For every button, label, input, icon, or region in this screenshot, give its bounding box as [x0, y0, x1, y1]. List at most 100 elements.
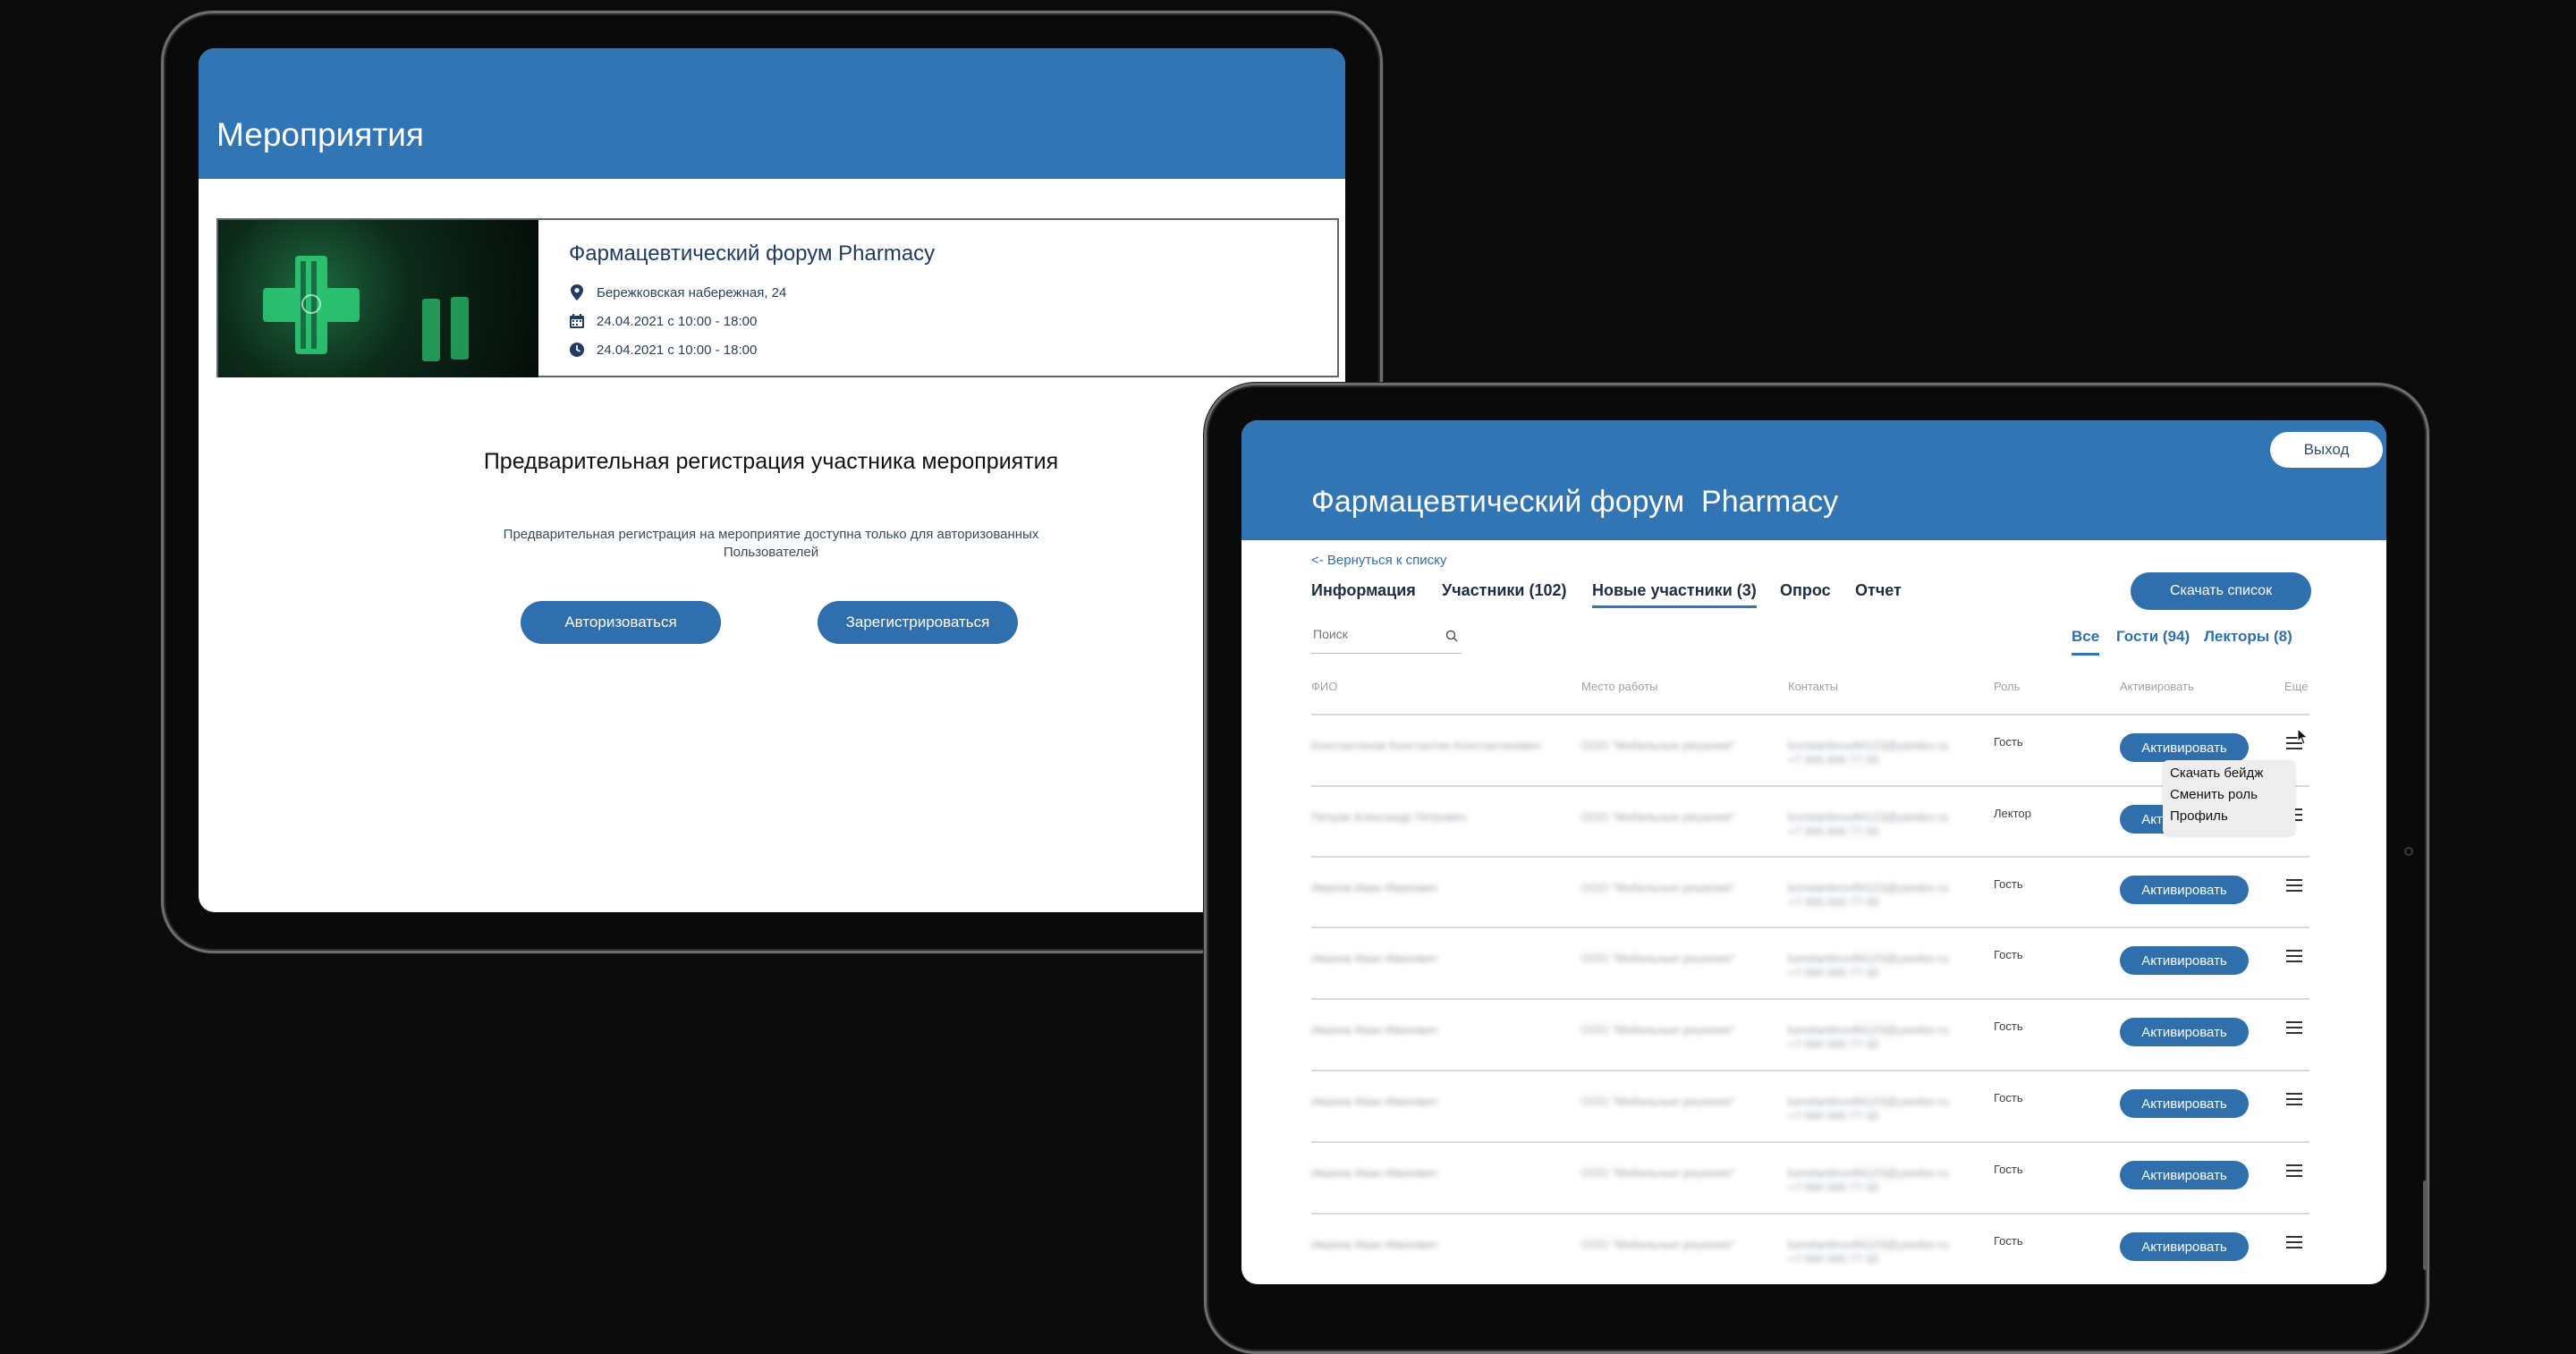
table-row: Иванов Иван Иванович ООО "Мобильные решен… — [1311, 927, 2309, 1000]
row-phone: +7 000 000 77 00 — [1788, 895, 1879, 909]
table-header: ФИО Место работы Контакты Роль Активиров… — [1311, 680, 2309, 707]
row-work: ООО "Мобильные решения" — [1581, 881, 1735, 894]
event-date: 24.04.2021 с 10:00 - 18:00 — [597, 313, 758, 329]
more-menu-icon[interactable] — [2286, 1236, 2302, 1248]
event-time: 24.04.2021 с 10:00 - 18:00 — [597, 342, 758, 358]
clock-icon — [570, 343, 584, 357]
tab-info[interactable]: Информация — [1311, 581, 1416, 600]
table-row: Иванов Иван Иванович ООО "Мобильные решен… — [1311, 998, 2309, 1071]
login-button[interactable]: Авторизоваться — [521, 601, 721, 644]
tab-bar: Информация Участники (102) Новые участни… — [1311, 581, 1937, 617]
menu-download-badge[interactable]: Скачать бейдж — [2170, 766, 2263, 781]
row-work: ООО "Мобильные решения" — [1581, 952, 1735, 965]
row-work: ООО "Мобильные решения" — [1581, 810, 1735, 824]
location-pin-icon — [571, 284, 583, 300]
registration-notice: Предварительная регистрация на мероприят… — [199, 526, 1343, 562]
table-row: Константинов Константин Константинович ОО… — [1311, 714, 2309, 787]
search-box[interactable] — [1311, 624, 1462, 654]
row-role: Гость — [1994, 877, 2023, 891]
row-email: konstantinov84123@yandex.ru — [1788, 881, 1949, 894]
activate-button[interactable]: Активировать — [2120, 1232, 2249, 1261]
more-menu-icon[interactable] — [2286, 1164, 2302, 1177]
event-card[interactable]: Фармацевтический форум Pharmacy Бережков… — [216, 218, 1339, 377]
download-list-button[interactable]: Скачать список — [2131, 572, 2311, 610]
search-icon[interactable] — [1445, 630, 1458, 642]
col-contacts: Контакты — [1788, 680, 1839, 693]
row-name: Петров Александр Петрович — [1311, 810, 1467, 824]
row-role: Гость — [1994, 1234, 2023, 1248]
event-image — [218, 220, 538, 377]
tab-new-participants[interactable]: Новые участники (3) — [1592, 581, 1757, 608]
search-input[interactable] — [1311, 626, 1440, 642]
row-work: ООО "Мобильные решения" — [1581, 1095, 1735, 1108]
row-work: ООО "Мобильные решения" — [1581, 1023, 1735, 1037]
mouse-cursor-icon — [2297, 728, 2309, 745]
left-tablet-screen: Мероприятия Фармацевтический форум Pharm… — [199, 48, 1345, 912]
row-name: Иванов Иван Иванович — [1311, 881, 1438, 894]
context-menu: Скачать бейдж Сменить роль Профиль — [2163, 760, 2295, 835]
table-row: Иванов Иван Иванович ООО "Мобильные решен… — [1311, 1070, 2309, 1143]
camera-dot — [2404, 847, 2413, 856]
event-detail-location: Бережковская набережная, 24 — [569, 283, 786, 302]
row-name: Иванов Иван Иванович — [1311, 952, 1438, 965]
row-phone: +7 000 000 77 00 — [1788, 1181, 1879, 1194]
row-email: konstantinov84123@yandex.ru — [1788, 952, 1949, 965]
row-role: Гость — [1994, 735, 2023, 749]
row-name: Константинов Константин Константинович — [1311, 739, 1541, 752]
left-header: Мероприятия — [199, 48, 1345, 179]
col-more: Еще — [2284, 680, 2309, 693]
menu-profile[interactable]: Профиль — [2170, 808, 2228, 824]
row-role: Лектор — [1994, 807, 2031, 820]
row-role: Гость — [1994, 1091, 2023, 1104]
row-work: ООО "Мобильные решения" — [1581, 1238, 1735, 1251]
logout-button[interactable]: Выход — [2270, 432, 2383, 468]
col-work: Место работы — [1581, 680, 1658, 693]
row-phone: +7 000 000 77 00 — [1788, 1109, 1879, 1122]
back-link[interactable]: <- Вернуться к списку — [1311, 553, 1446, 568]
more-menu-icon[interactable] — [2286, 879, 2302, 892]
activate-button[interactable]: Активировать — [2120, 1089, 2249, 1118]
tab-participants[interactable]: Участники (102) — [1442, 581, 1567, 600]
activate-button[interactable]: Активировать — [2120, 946, 2249, 975]
register-button[interactable]: Зарегистрироваться — [818, 601, 1018, 644]
row-phone: +7 000 000 77 00 — [1788, 753, 1879, 766]
right-header: Выход Фармацевтический форум Pharmacy — [1241, 420, 2386, 540]
activate-button[interactable]: Активировать — [2120, 1018, 2249, 1046]
col-role: Роль — [1994, 680, 2021, 693]
calendar-icon — [570, 314, 584, 328]
row-name: Иванов Иван Иванович — [1311, 1095, 1438, 1108]
table-row: Петров Александр Петрович ООО "Мобильные … — [1311, 785, 2309, 859]
filter-guests[interactable]: Гости (94) — [2116, 628, 2190, 646]
event-detail-date: 24.04.2021 с 10:00 - 18:00 — [569, 311, 757, 331]
more-menu-icon[interactable] — [2286, 1093, 2302, 1105]
row-email: konstantinov84123@yandex.ru — [1788, 1023, 1949, 1037]
event-detail-time: 24.04.2021 с 10:00 - 18:00 — [569, 340, 757, 360]
more-menu-icon[interactable] — [2286, 1021, 2302, 1034]
registration-section-title: Предварительная регистрация участника ме… — [483, 449, 1059, 474]
filter-lecturers[interactable]: Лекторы (8) — [2204, 628, 2292, 646]
activate-button[interactable]: Активировать — [2120, 1161, 2249, 1189]
filter-all[interactable]: Все — [2072, 628, 2100, 656]
row-role: Гость — [1994, 1020, 2023, 1033]
row-phone: +7 000 000 77 00 — [1788, 966, 1879, 979]
event-header-title: Фармацевтический форум Pharmacy — [1311, 485, 1839, 519]
table-row: Иванов Иван Иванович ООО "Мобильные решен… — [1311, 1141, 2309, 1214]
tab-survey[interactable]: Опрос — [1780, 581, 1831, 600]
col-name: ФИО — [1311, 680, 1338, 693]
row-phone: +7 000 000 77 00 — [1788, 1037, 1879, 1051]
row-name: Иванов Иван Иванович — [1311, 1023, 1438, 1037]
menu-change-role[interactable]: Сменить роль — [2170, 787, 2258, 802]
activate-button[interactable]: Активировать — [2120, 733, 2249, 762]
pharmacy-cross-image — [263, 256, 469, 361]
tab-report[interactable]: Отчет — [1855, 581, 1902, 600]
more-menu-icon[interactable] — [2286, 950, 2302, 962]
side-button — [2423, 1181, 2428, 1270]
row-work: ООО "Мобильные решения" — [1581, 739, 1735, 752]
row-email: konstantinov84123@yandex.ru — [1788, 1238, 1949, 1251]
event-title: Фармацевтический форум Pharmacy — [569, 241, 936, 266]
activate-button[interactable]: Активировать — [2120, 876, 2249, 904]
col-activate: Активировать — [2120, 680, 2194, 693]
right-tablet-screen: Выход Фармацевтический форум Pharmacy <-… — [1241, 420, 2386, 1284]
row-name: Иванов Иван Иванович — [1311, 1166, 1438, 1180]
table-row: Иванов Иван Иванович ООО "Мобильные решен… — [1311, 1213, 2309, 1284]
